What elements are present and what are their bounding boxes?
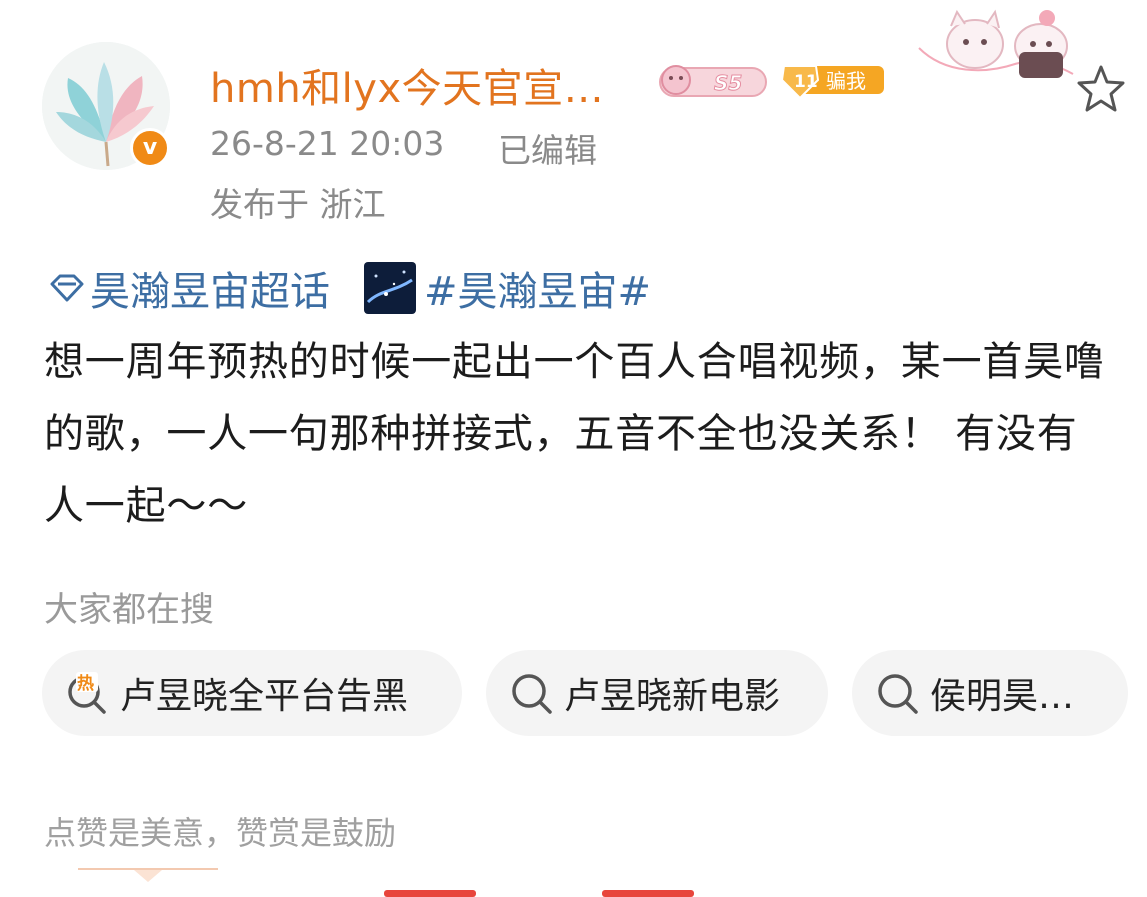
search-icon <box>878 674 918 714</box>
avatar[interactable]: v <box>42 42 170 170</box>
edited-label[interactable]: 已编辑 <box>498 124 597 172</box>
diamond-icon <box>50 274 84 302</box>
supertopic-link[interactable]: 昊瀚昱宙超话 <box>44 259 330 317</box>
member-level-text: S5 <box>714 71 742 95</box>
search-chip-label: 卢昱晓全平台告黑 <box>120 676 409 717</box>
hashtag-link[interactable]: #昊瀚昱宙# <box>424 259 651 317</box>
fan-level-label: 骗我 <box>826 69 866 93</box>
member-level-badge-icon[interactable]: S5 <box>656 62 770 100</box>
supertopic-label: 昊瀚昱宙超话 <box>90 269 330 315</box>
post-text: 想一周年预热的时候一起出一个百人合唱视频，某一首昊噜的歌，一人一句那种拼接式，五… <box>44 339 1105 529</box>
fan-level-number: 11 <box>794 72 818 92</box>
fan-level-badge-icon[interactable]: 11 骗我 <box>782 60 886 100</box>
favorite-star-icon[interactable] <box>1074 62 1128 116</box>
search-chip-3[interactable]: 侯明昊… <box>852 650 1128 736</box>
verified-badge-icon: v <box>130 128 170 168</box>
topic-thumbnail-icon[interactable] <box>364 262 416 314</box>
topic-row: 昊瀚昱宙超话 #昊瀚昱宙# <box>44 258 651 318</box>
decoration-cats-icon <box>918 9 1074 78</box>
search-chip-1[interactable]: 热 卢昱晓全平台告黑 <box>42 650 462 736</box>
hot-search-icon: 热 <box>68 672 106 714</box>
search-chip-label: 卢昱晓新电影 <box>564 676 781 717</box>
post-location: 发布于 浙江 <box>210 185 386 224</box>
search-chip-2[interactable]: 卢昱晓新电影 <box>486 650 828 736</box>
reward-buttons-strip[interactable] <box>0 868 1147 897</box>
trending-search-title: 大家都在搜 <box>44 590 214 630</box>
username[interactable]: hmh和lyx今天官宣… <box>210 56 604 114</box>
post-time: 26-8-21 20:03 <box>210 124 445 163</box>
search-icon <box>512 674 552 714</box>
reward-tip: 点赞是美意，赞赏是鼓励 <box>44 814 397 852</box>
svg-text:热: 热 <box>77 673 94 694</box>
search-chip-label: 侯明昊… <box>930 676 1075 717</box>
